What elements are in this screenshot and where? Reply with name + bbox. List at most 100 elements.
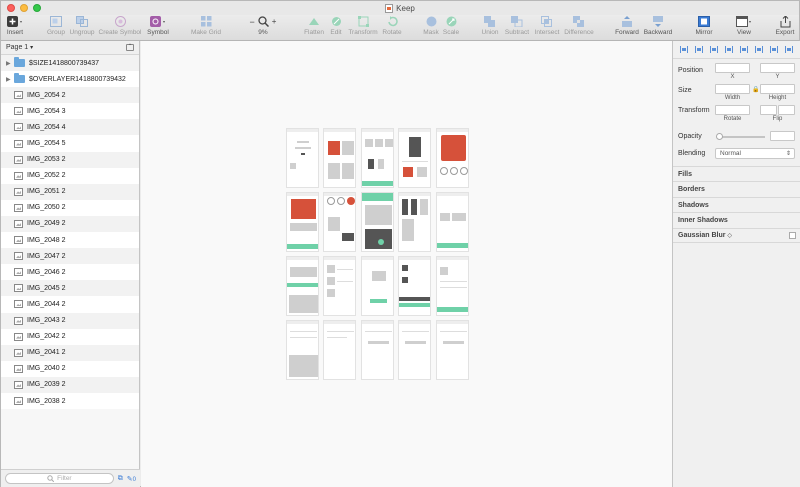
blending-select[interactable]: Normal ⇕ <box>715 148 795 159</box>
borders-section[interactable]: Borders <box>673 181 800 196</box>
layer-row[interactable]: ▶IMG_2049 2 <box>1 215 139 233</box>
inner-shadows-section[interactable]: Inner Shadows <box>673 212 800 227</box>
edit-button[interactable]: Edit <box>328 15 344 41</box>
layer-row[interactable]: ▶IMG_2038 2 <box>1 392 139 410</box>
artboard-thumbnail[interactable] <box>436 128 469 188</box>
intersect-button[interactable]: Intersect <box>533 15 561 41</box>
artboard-thumbnail[interactable] <box>323 192 356 252</box>
disclosure-triangle-icon[interactable]: ▶ <box>6 60 14 67</box>
layer-row[interactable]: ▶IMG_2040 2 <box>1 360 139 377</box>
flatten-button[interactable]: Flatten <box>303 15 325 41</box>
artboard-thumbnail[interactable] <box>398 320 431 380</box>
layer-group-row[interactable]: ▶ $SIZE1418800739437 <box>1 55 139 72</box>
align-middle-icon[interactable] <box>740 46 749 53</box>
create-symbol-button[interactable]: Create Symbol <box>98 15 142 41</box>
layer-row[interactable]: ▶IMG_2054 4 <box>1 119 139 136</box>
rotate-button[interactable]: Rotate <box>381 15 403 41</box>
artboard-thumbnail[interactable] <box>286 320 319 380</box>
artboard-thumbnail[interactable] <box>286 128 319 188</box>
artboard-thumbnail[interactable] <box>361 256 394 316</box>
layer-row[interactable]: ▶IMG_2053 2 <box>1 151 139 168</box>
layer-row[interactable]: ▶IMG_2051 2 <box>1 183 139 200</box>
flip-horizontal-button[interactable] <box>760 105 777 115</box>
layer-row[interactable]: ▶IMG_2052 2 <box>1 167 139 184</box>
artboard-thumbnail[interactable] <box>323 128 356 188</box>
align-left-icon[interactable] <box>679 46 688 53</box>
artboard-thumbnail[interactable] <box>398 256 431 316</box>
layer-row[interactable]: ▶IMG_2048 2 <box>1 232 139 249</box>
height-field[interactable] <box>760 84 795 94</box>
rotate-field[interactable] <box>715 105 750 115</box>
export-button[interactable]: Export <box>774 15 796 41</box>
artboard-thumbnail[interactable] <box>361 192 394 252</box>
layer-row[interactable]: ▶IMG_2045 2 <box>1 280 139 297</box>
flip-vertical-button[interactable] <box>778 105 795 115</box>
shadows-section[interactable]: Shadows <box>673 197 800 212</box>
layer-row[interactable]: ▶IMG_2041 2 <box>1 344 139 361</box>
artboard-thumbnail[interactable] <box>436 320 469 380</box>
artboard-thumbnail[interactable] <box>361 320 394 380</box>
layer-row[interactable]: ▶IMG_2050 2 <box>1 199 139 216</box>
canvas[interactable] <box>141 41 672 487</box>
zoom-window-button[interactable] <box>33 4 41 12</box>
artboard-thumbnail[interactable] <box>436 256 469 316</box>
close-window-button[interactable] <box>7 4 15 12</box>
gaussian-blur-section[interactable]: Gaussian Blur ◇ <box>673 228 800 243</box>
filter-input[interactable]: Filter <box>5 473 114 484</box>
distribute-vertical-icon[interactable] <box>785 46 794 53</box>
backward-button[interactable]: Backward <box>642 15 674 41</box>
ungroup-button[interactable]: Ungroup <box>68 15 96 41</box>
disclosure-triangle-icon[interactable]: ▶ <box>6 76 14 83</box>
fills-section[interactable]: Fills <box>673 166 800 181</box>
blur-type-toggle-icon[interactable]: ◇ <box>727 232 732 239</box>
layer-row[interactable]: ▶IMG_2054 2 <box>1 87 139 104</box>
view-button[interactable]: View <box>732 15 756 41</box>
position-y-field[interactable] <box>760 63 795 73</box>
difference-button[interactable]: Difference <box>563 15 595 41</box>
minimize-window-button[interactable] <box>20 4 28 12</box>
forward-button[interactable]: Forward <box>614 15 640 41</box>
symbol-button[interactable]: Symbol <box>146 15 170 41</box>
layer-row[interactable]: ▶IMG_2054 3 <box>1 103 139 120</box>
layer-row[interactable]: ▶IMG_2044 2 <box>1 296 139 313</box>
position-x-field[interactable] <box>715 63 750 73</box>
width-field[interactable] <box>715 84 750 94</box>
layer-row[interactable]: ▶IMG_2039 2 <box>1 376 139 393</box>
artboard-thumbnail[interactable] <box>398 192 431 252</box>
opacity-slider-knob[interactable] <box>716 133 723 140</box>
opacity-field[interactable] <box>770 131 795 141</box>
artboard-thumbnail[interactable] <box>398 128 431 188</box>
layer-row[interactable]: ▶IMG_2043 2 <box>1 312 139 329</box>
artboard-thumbnail[interactable] <box>323 320 356 380</box>
zoom-out-button[interactable]: − <box>250 17 255 27</box>
mask-button[interactable]: Mask <box>422 15 440 41</box>
mirror-button[interactable]: Mirror <box>693 15 715 41</box>
union-button[interactable]: Union <box>480 15 500 41</box>
align-center-icon[interactable] <box>694 46 703 53</box>
align-right-icon[interactable] <box>709 46 718 53</box>
artboard-thumbnail[interactable] <box>286 256 319 316</box>
layer-group-row[interactable]: ▶ $OVERLAYER1418800739432 <box>1 71 139 88</box>
align-bottom-icon[interactable] <box>755 46 764 53</box>
artboard-thumbnail[interactable] <box>361 128 394 188</box>
artboard-thumbnail[interactable] <box>323 256 356 316</box>
layer-row[interactable]: ▶IMG_2047 2 <box>1 248 139 265</box>
zoom-in-button[interactable]: + <box>272 17 277 26</box>
layer-row[interactable]: ▶IMG_2054 5 <box>1 135 139 152</box>
artboard-thumbnail[interactable] <box>436 192 469 252</box>
opacity-slider[interactable] <box>717 136 765 138</box>
group-button[interactable]: Group <box>45 15 67 41</box>
lock-icon[interactable]: 🔒 <box>752 86 759 93</box>
edit-pen-icon[interactable]: ✎0 <box>127 475 136 483</box>
gaussian-blur-checkbox[interactable] <box>789 232 796 239</box>
align-top-icon[interactable] <box>724 46 733 53</box>
make-grid-button[interactable]: Make Grid <box>190 15 222 41</box>
layer-row[interactable]: ▶IMG_2046 2 <box>1 264 139 281</box>
insert-button[interactable]: Insert <box>5 15 25 41</box>
scale-button[interactable]: Scale <box>442 15 460 41</box>
layer-row[interactable]: ▶IMG_2042 2 <box>1 328 139 345</box>
subtract-button[interactable]: Subtract <box>503 15 531 41</box>
toggle-pages-button[interactable]: ⌃ <box>126 44 134 51</box>
distribute-horizontal-icon[interactable] <box>770 46 779 53</box>
artboard-thumbnail[interactable] <box>286 192 319 252</box>
